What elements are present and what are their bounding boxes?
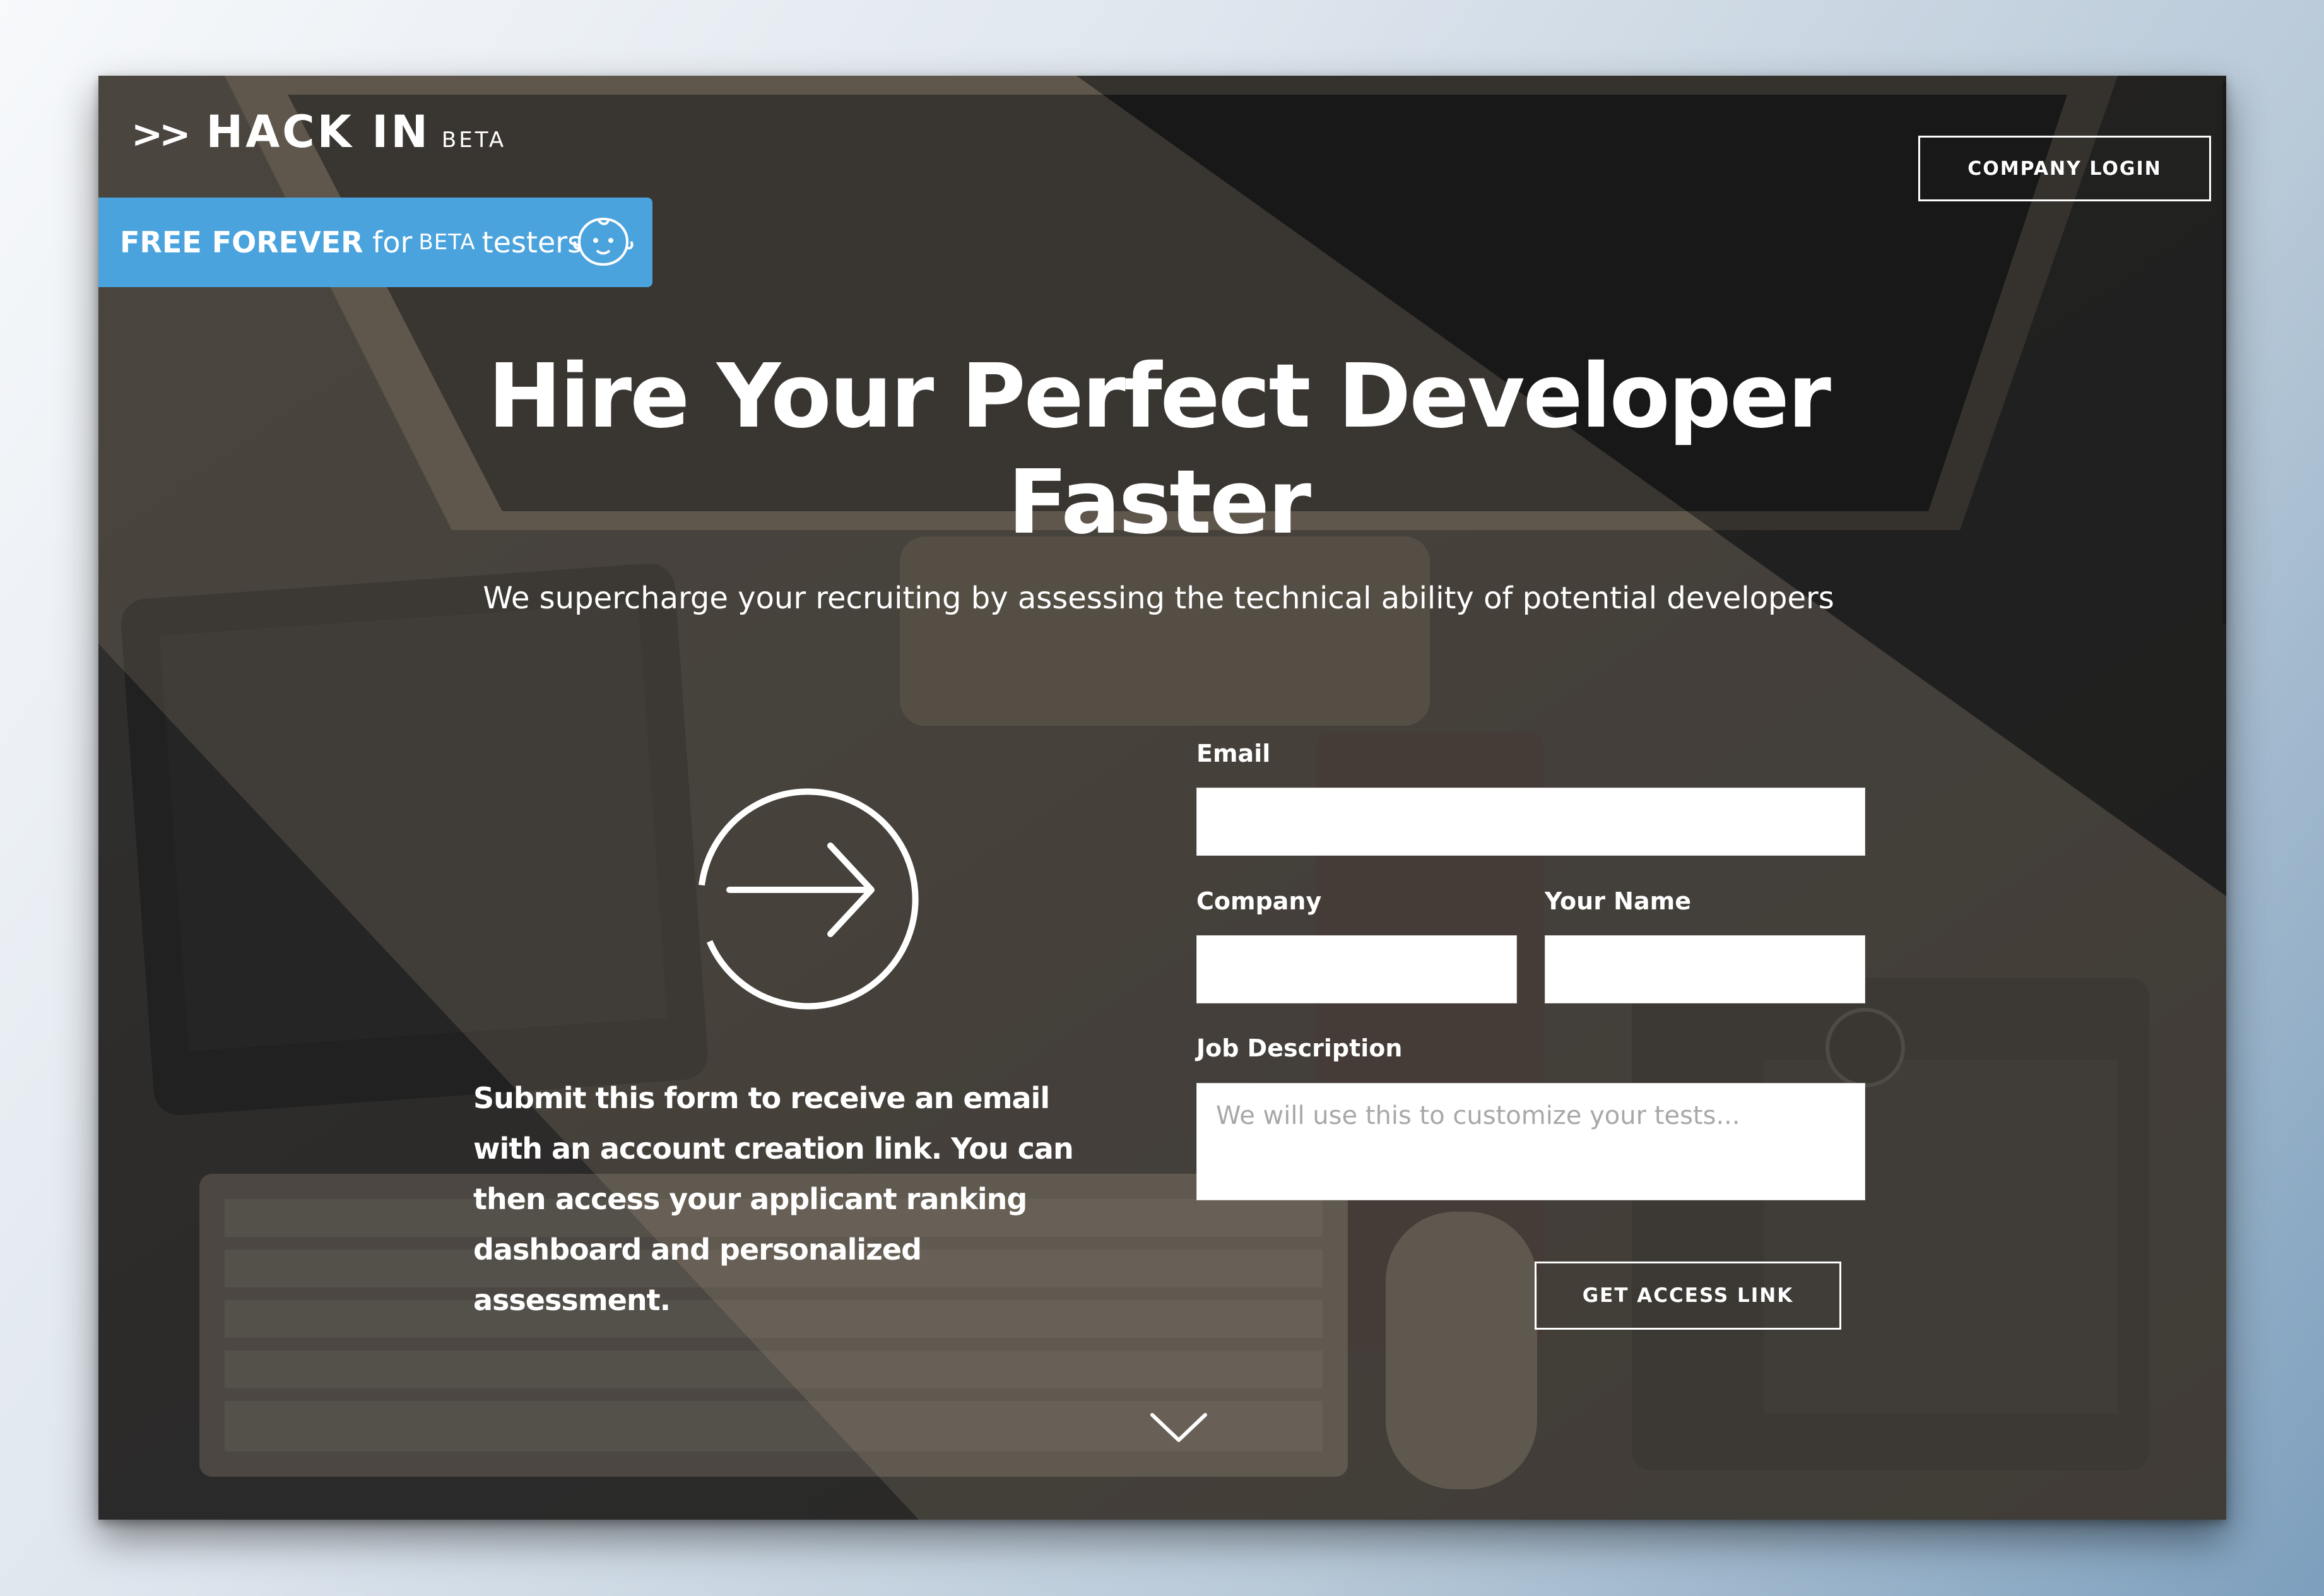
job-description-label: Job Description <box>1196 1034 1403 1062</box>
chevron-down-icon[interactable] <box>1147 1409 1210 1446</box>
get-access-link-button[interactable]: GET ACCESS LINK <box>1535 1262 1841 1330</box>
baby-face-icon <box>573 217 634 266</box>
brand-name: HACK IN <box>206 106 430 158</box>
email-label: Email <box>1196 740 1271 767</box>
scrollbar[interactable] <box>2222 82 2226 625</box>
info-text: Submit this form to receive an email wit… <box>473 1081 1074 1317</box>
promo-for-text: for <box>372 225 413 259</box>
hero-title-line2: Faster <box>1007 451 1311 554</box>
browser-frame: >> HACK IN BETA COMPANY LOGIN FREE FOREV… <box>98 76 2226 1520</box>
your-name-label: Your Name <box>1545 887 1691 915</box>
brand-logo[interactable]: >> HACK IN BETA <box>131 106 506 158</box>
brand-chevrons-icon: >> <box>131 112 191 157</box>
hero-title: Hire Your Perfect Developer Faster <box>288 344 2029 556</box>
promo-beta-text: BETA <box>418 230 476 255</box>
company-field[interactable] <box>1196 935 1517 1003</box>
email-field[interactable] <box>1196 788 1865 856</box>
company-label: Company <box>1196 887 1322 915</box>
promo-strong-text: FREE FOREVER <box>120 225 363 259</box>
hero-subtitle: We supercharge your recruiting by assess… <box>483 581 1834 616</box>
company-login-button[interactable]: COMPANY LOGIN <box>1918 136 2211 201</box>
promo-testers-text: testers <box>481 225 583 259</box>
hero-background <box>98 76 2226 1520</box>
hero-title-line1: Hire Your Perfect Developer <box>488 345 1831 448</box>
job-description-field[interactable] <box>1196 1083 1865 1200</box>
free-forever-banner: FREE FOREVER for BETA testers <box>98 198 652 287</box>
your-name-field[interactable] <box>1545 935 1865 1003</box>
brand-beta-tag: BETA <box>441 127 507 153</box>
arrow-circle-icon <box>699 788 919 1010</box>
